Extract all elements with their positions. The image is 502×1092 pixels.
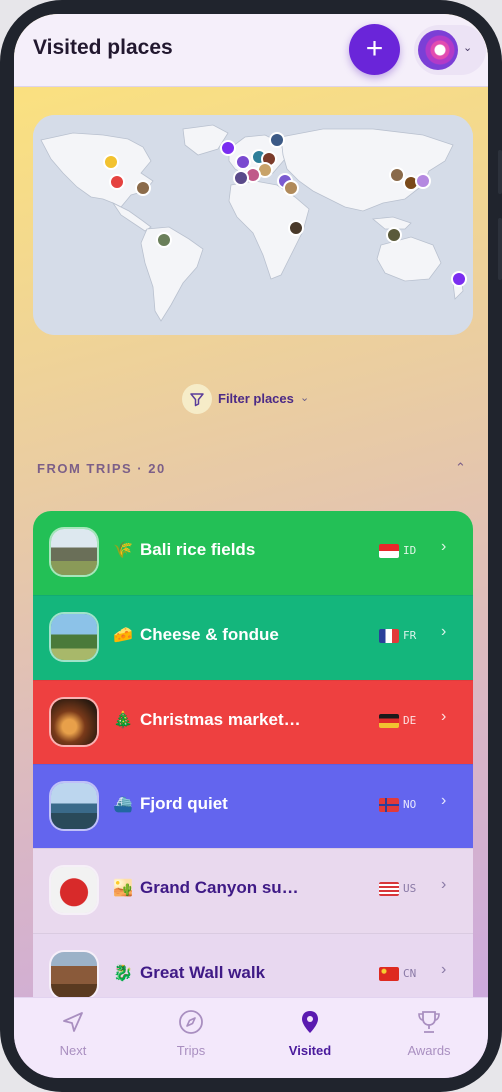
screen: Visited places + ⌄ Filter places ⌄ FROM … [14, 14, 488, 1078]
chevron-right-icon: › [441, 876, 447, 894]
tab-label: Next [59, 1043, 87, 1058]
chevron-right-icon: › [441, 538, 447, 555]
country-code: NO [403, 797, 417, 811]
country-code: CN [403, 966, 417, 980]
country-flag-icon [379, 882, 399, 897]
chevron-right-icon: › [441, 791, 447, 809]
tab-bar: Next Trips Visited Awards [14, 997, 488, 1078]
country-code: FR [403, 629, 417, 643]
page-title: Visited places [33, 36, 173, 59]
place-emoji: 🎄 [113, 711, 133, 729]
place-name: Fjord quiet [140, 793, 228, 813]
place-row[interactable]: ⛴️ Fjord quiet NO › [33, 763, 473, 849]
tab-label: Visited [288, 1043, 332, 1058]
place-row[interactable]: 🎄 Christmas market… DE › [33, 679, 473, 765]
world-map[interactable]: + − [33, 115, 473, 335]
place-name: Christmas market… [140, 709, 301, 729]
avatar [418, 30, 458, 70]
tab-label: Awards [407, 1043, 451, 1058]
section-header: FROM TRIPS · 20 [37, 461, 166, 476]
tab-trips[interactable]: Trips [132, 1008, 250, 1058]
filter-icon [182, 384, 212, 414]
place-name: Great Wall walk [140, 962, 266, 982]
country-flag-icon [379, 713, 399, 728]
side-button [498, 150, 502, 194]
tab-visited[interactable]: Visited [251, 1008, 369, 1058]
place-emoji: 🐉 [113, 964, 133, 982]
place-row[interactable]: 🧀 Cheese & fondue FR › [33, 595, 473, 681]
side-button [498, 218, 502, 280]
chevron-up-icon[interactable]: ⌃ [455, 460, 466, 476]
profile-menu-button[interactable]: ⌄ [414, 25, 486, 75]
world-map-graphic [33, 115, 473, 335]
place-thumbnail [51, 698, 97, 745]
compass-icon [179, 1010, 203, 1034]
place-thumbnail [51, 782, 97, 829]
chevron-down-icon: ⌄ [463, 42, 473, 54]
place-emoji: 🌾 [113, 542, 133, 559]
filter-label: Filter places [218, 391, 294, 406]
place-thumbnail [51, 529, 97, 575]
tab-next[interactable]: Next [14, 1008, 132, 1058]
place-emoji: 🏜️ [113, 880, 133, 898]
place-thumbnail [51, 614, 97, 661]
place-name: Grand Canyon su… [140, 878, 299, 898]
tab-label: Trips [176, 1043, 206, 1058]
phone-frame: Visited places + ⌄ Filter places ⌄ FROM … [0, 0, 502, 1092]
place-row[interactable]: 🏜️ Grand Canyon su… US › [33, 848, 473, 934]
chevron-down-icon: ⌄ [300, 392, 310, 404]
country-flag-icon [379, 797, 399, 812]
country-code: US [403, 882, 417, 896]
country-code: DE [403, 713, 417, 727]
chevron-right-icon: › [441, 623, 447, 641]
country-code: ID [403, 544, 417, 557]
place-row[interactable]: 🌾 Bali rice fields ID › [33, 511, 473, 595]
chevron-right-icon: › [441, 707, 447, 725]
place-list: 🌾 Bali rice fields ID › 🧀 Cheese & fondue FR › 🎄… [33, 511, 473, 1031]
country-flag-icon [379, 629, 399, 644]
country-flag-icon [379, 544, 399, 558]
place-thumbnail [51, 951, 97, 998]
place-thumbnail [51, 867, 97, 914]
trophy-icon [418, 1011, 440, 1033]
place-emoji: 🧀 [113, 627, 133, 645]
navigation-arrow-icon [63, 1012, 83, 1032]
place-name: Bali rice fields [140, 540, 256, 559]
add-place-button[interactable]: + [349, 24, 400, 75]
app-header: Visited places + ⌄ [14, 14, 488, 87]
tab-awards[interactable]: Awards [370, 1008, 488, 1058]
place-emoji: ⛴️ [113, 795, 133, 813]
country-flag-icon [379, 966, 399, 981]
chevron-right-icon: › [441, 960, 447, 978]
place-name: Cheese & fondue [140, 625, 279, 645]
map-pin-icon [302, 1011, 318, 1033]
